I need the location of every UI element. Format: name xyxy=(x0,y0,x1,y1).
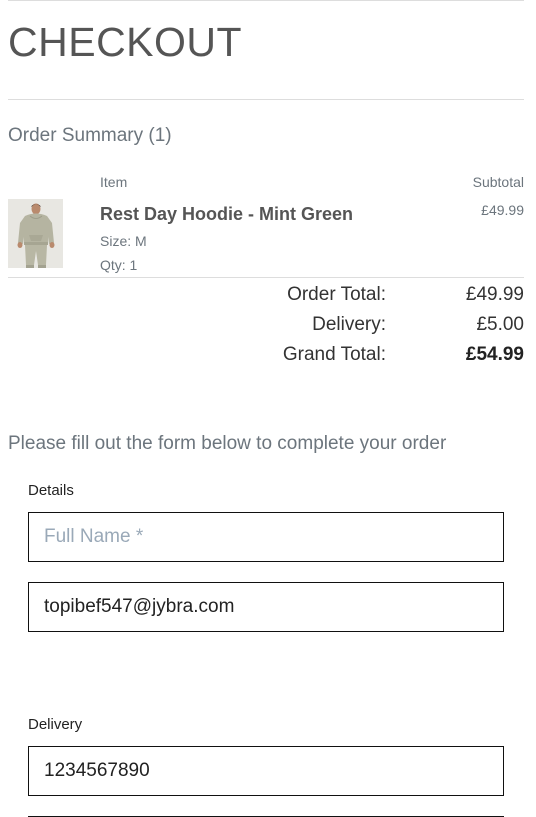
hoodie-product-photo xyxy=(8,199,63,268)
form-intro-text: Please fill out the form below to comple… xyxy=(8,433,447,454)
order-total-value: £49.99 xyxy=(465,284,524,305)
delivery-label: Delivery: xyxy=(312,314,386,335)
product-subtotal: £49.99 xyxy=(481,202,524,218)
full-name-input[interactable] xyxy=(28,512,504,562)
email-input[interactable] xyxy=(28,582,504,632)
order-summary-heading: Order Summary (1) xyxy=(8,125,172,146)
order-total-label: Order Total: xyxy=(287,284,386,305)
grand-total-label: Grand Total: xyxy=(282,344,386,365)
grand-total-value: £54.99 xyxy=(465,344,524,365)
product-name[interactable]: Rest Day Hoodie - Mint Green xyxy=(100,204,353,225)
product-image xyxy=(8,199,63,268)
page-title: CHECKOUT xyxy=(8,19,243,65)
column-header-item: Item xyxy=(100,174,128,190)
product-quantity: Qty: 1 xyxy=(100,257,138,273)
column-header-subtotal: Subtotal xyxy=(472,174,524,190)
details-legend: Details xyxy=(28,482,74,499)
items-divider xyxy=(8,277,524,278)
phone-input[interactable] xyxy=(28,746,504,796)
title-divider xyxy=(8,99,524,100)
top-divider xyxy=(8,0,524,1)
delivery-value: £5.00 xyxy=(476,314,524,335)
product-size: Size: M xyxy=(100,233,147,249)
delivery-legend: Delivery xyxy=(28,716,83,733)
